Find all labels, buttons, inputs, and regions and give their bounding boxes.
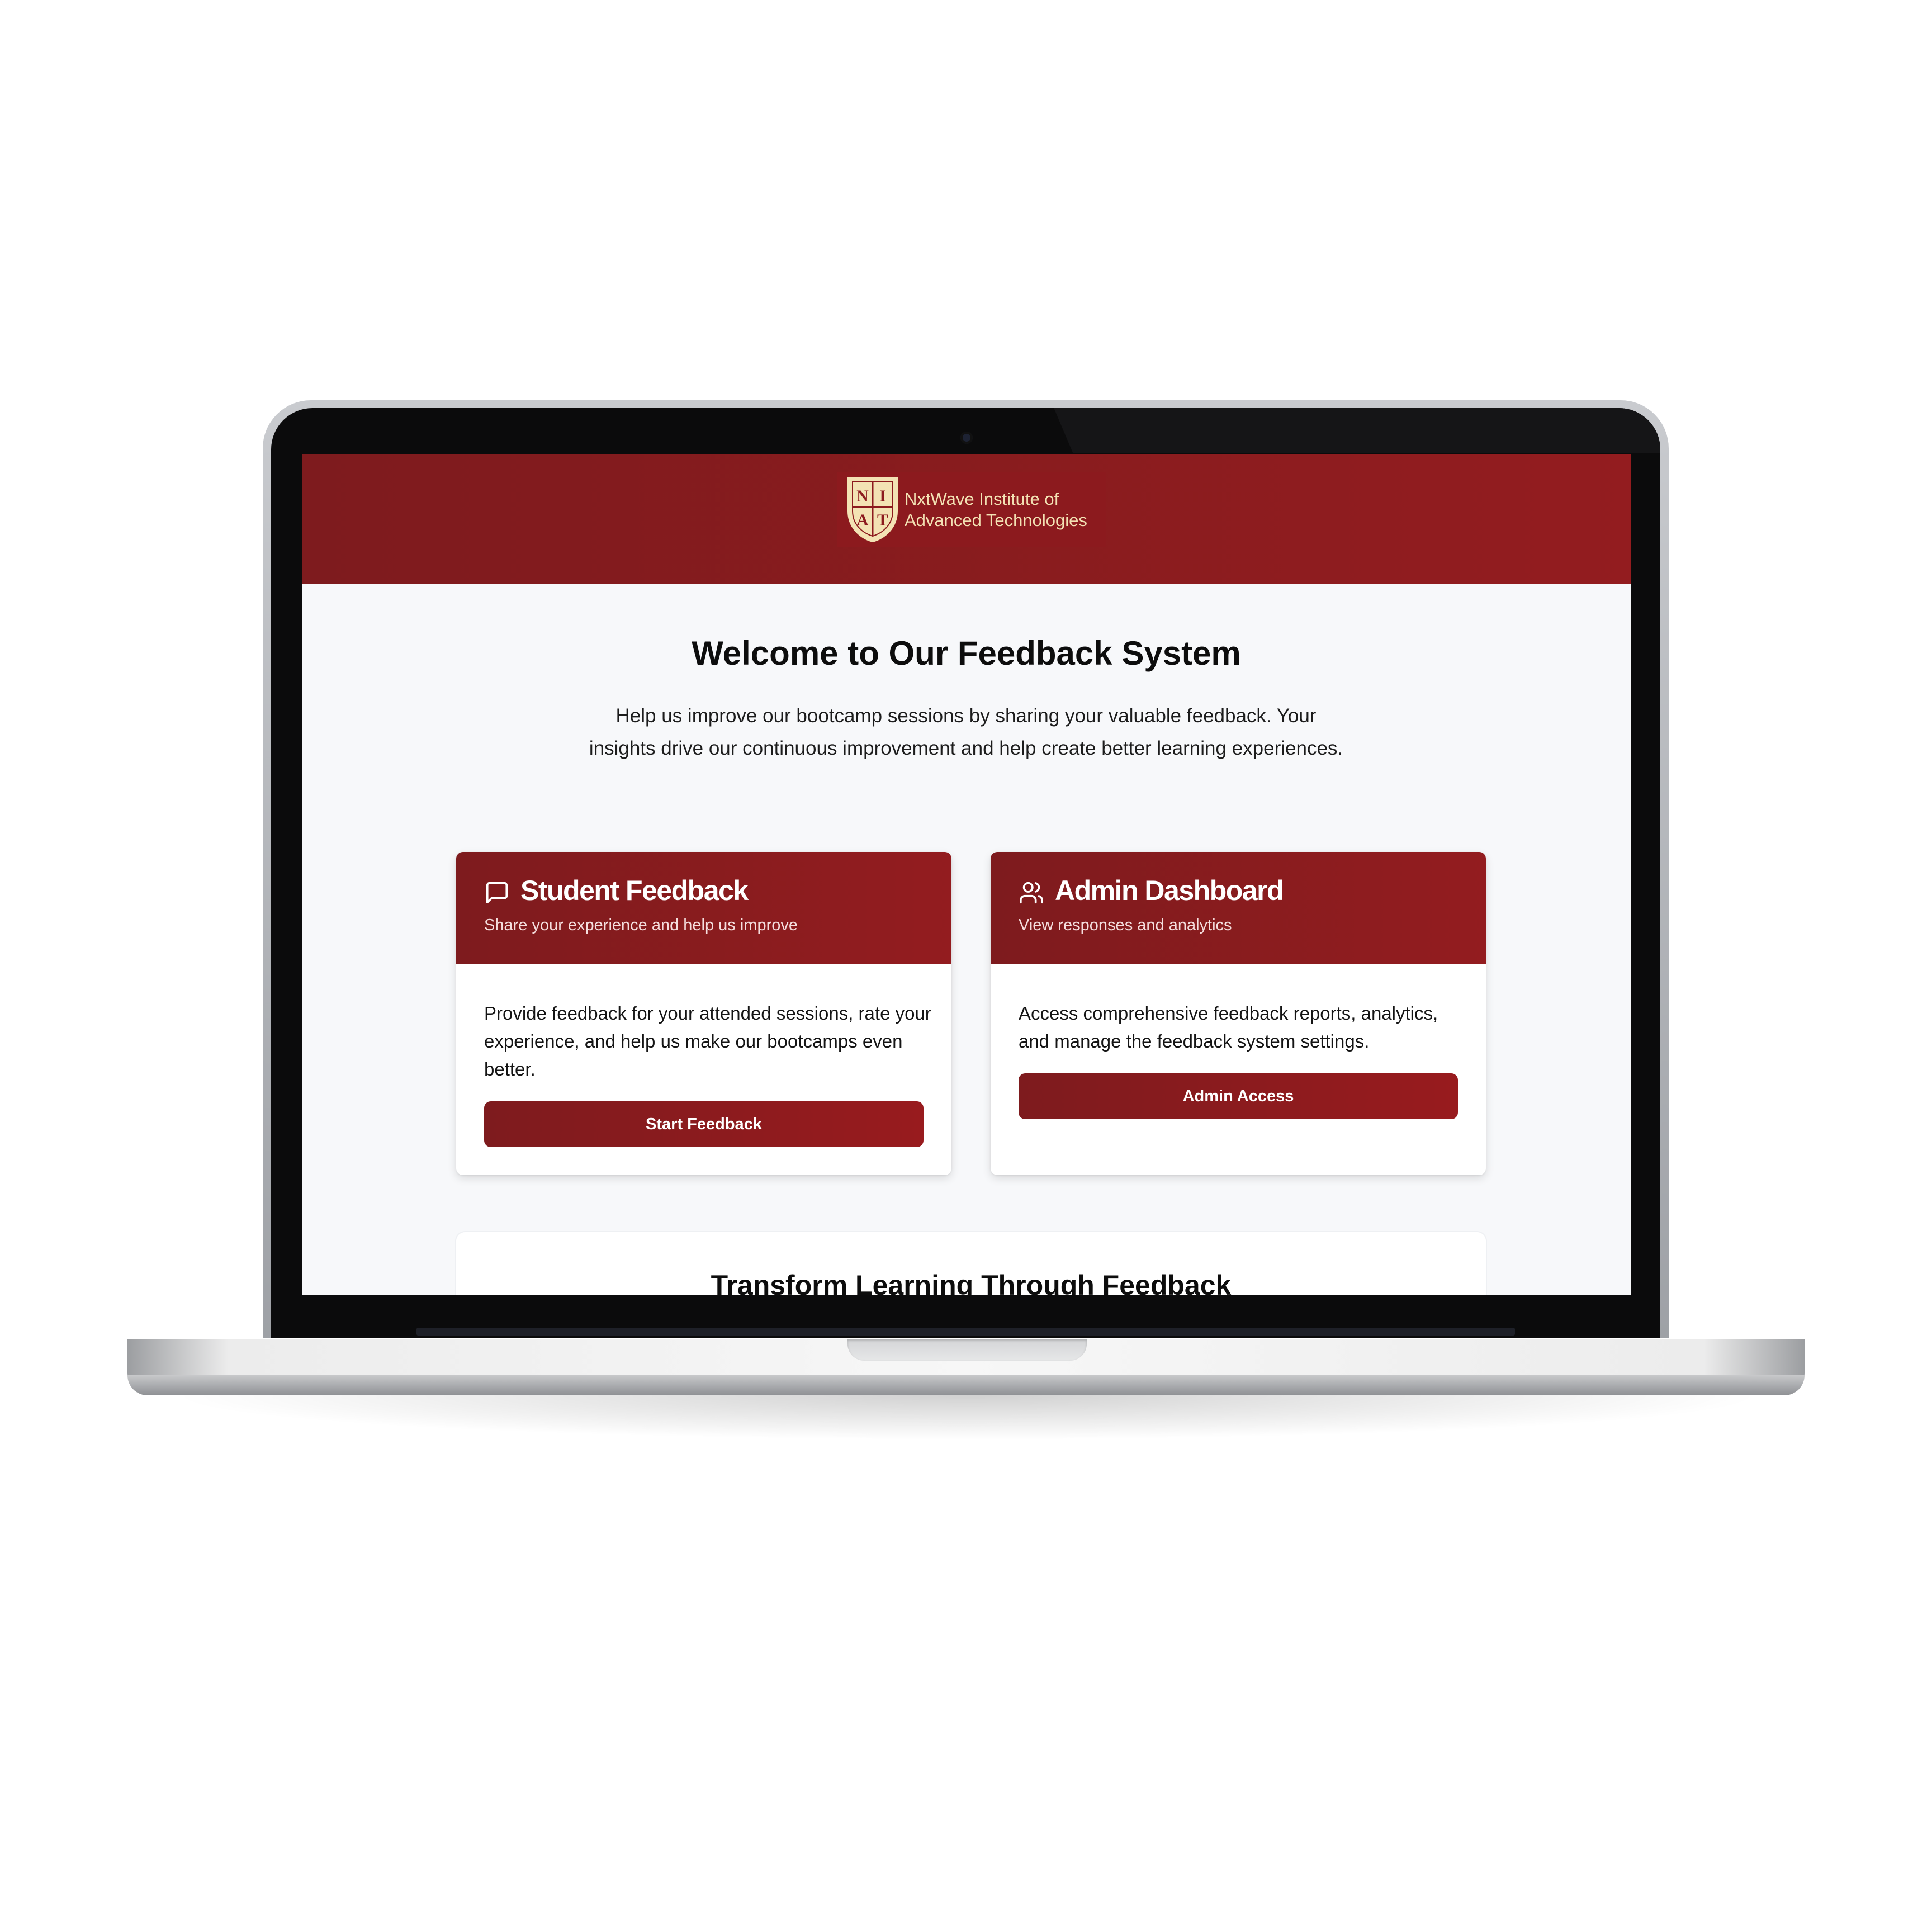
admin-access-button[interactable]: Admin Access <box>1019 1073 1458 1119</box>
logo-letter-i: I <box>879 487 886 505</box>
institute-logo[interactable]: N I A T NxtWave Institute of Advanced Te… <box>837 472 1106 547</box>
card-title: Student Feedback <box>520 875 749 906</box>
transform-learning-section: Transform Learning Through Feedback <box>456 1232 1486 1295</box>
laptop-base-edge <box>127 1375 1805 1395</box>
logo-line-1: NxtWave Institute of <box>905 489 1059 509</box>
card-subtitle: Share your experience and help us improv… <box>484 916 798 934</box>
webcam <box>960 432 973 444</box>
site-header: N I A T NxtWave Institute of Advanced Te… <box>302 454 1631 584</box>
laptop-screen: N I A T NxtWave Institute of Advanced Te… <box>302 454 1631 1295</box>
student-feedback-card: Student Feedback Share your experience a… <box>456 852 951 1175</box>
card-header: Admin Dashboard View responses and analy… <box>991 852 1486 964</box>
logo-letter-t: T <box>877 511 888 529</box>
logo-line-2: Advanced Technologies <box>905 510 1087 530</box>
shield-logo-icon: N I A T <box>847 477 898 542</box>
message-square-icon <box>486 882 508 904</box>
bezel-reflection <box>1054 408 1660 453</box>
section-title: Transform Learning Through Feedback <box>711 1270 1232 1295</box>
card-title: Admin Dashboard <box>1055 875 1284 906</box>
page-subtitle: Help us improve our bootcamp sessions by… <box>589 705 1343 759</box>
logo-wordmark: NxtWave Institute of Advanced Technologi… <box>905 489 1106 531</box>
card-header: Student Feedback Share your experience a… <box>456 852 951 964</box>
card-subtitle: View responses and analytics <box>1019 916 1232 934</box>
admin-dashboard-card: Admin Dashboard View responses and analy… <box>991 852 1486 1175</box>
start-feedback-button[interactable]: Start Feedback <box>484 1101 924 1147</box>
laptop-shadow <box>168 1395 1767 1440</box>
bezel-bottom-rim <box>416 1328 1515 1336</box>
card-description: Provide feedback for your attended sessi… <box>484 1003 931 1079</box>
page-title: Welcome to Our Feedback System <box>692 634 1241 672</box>
laptop-opening-notch <box>847 1339 1087 1361</box>
card-description: Access comprehensive feedback reports, a… <box>1019 1003 1438 1052</box>
users-icon <box>1020 882 1043 904</box>
logo-letter-n: N <box>856 487 869 505</box>
logo-letter-a: A <box>856 511 869 529</box>
